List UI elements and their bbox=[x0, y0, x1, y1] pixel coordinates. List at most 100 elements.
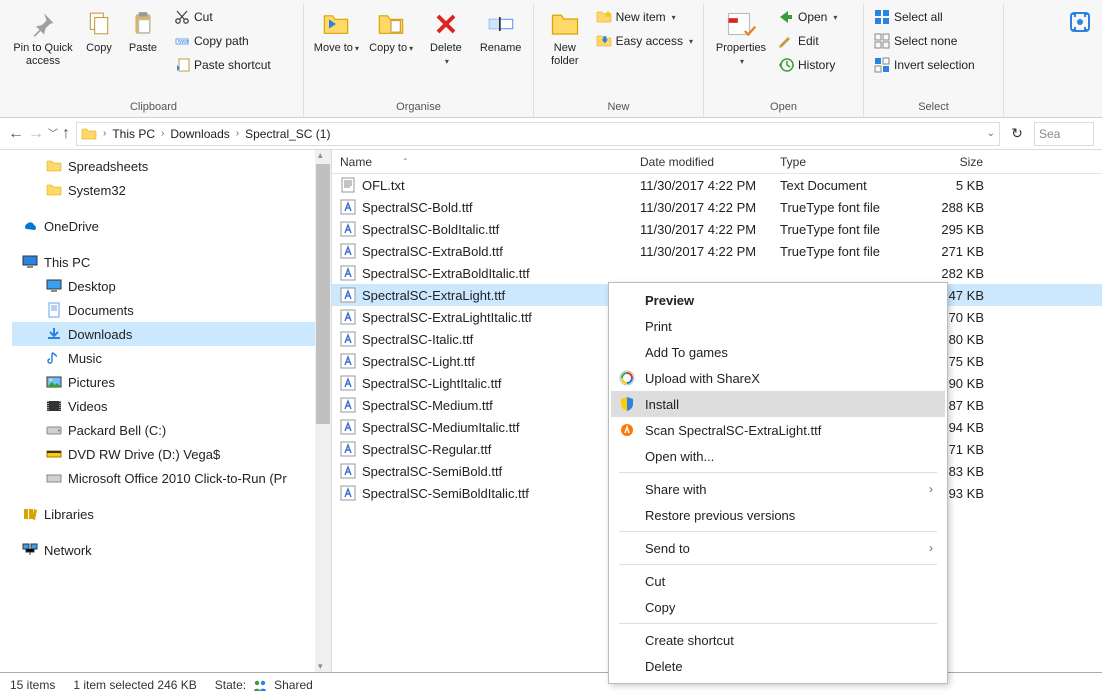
cm-upload-sharex[interactable]: Upload with ShareX bbox=[611, 365, 945, 391]
tree-item[interactable]: DVD RW Drive (D:) Vega$ bbox=[12, 442, 331, 466]
cm-send-to[interactable]: Send to› bbox=[611, 535, 945, 561]
cm-restore[interactable]: Restore previous versions bbox=[611, 502, 945, 528]
tree-item-icon bbox=[46, 470, 62, 486]
file-icon bbox=[340, 485, 356, 501]
cm-print[interactable]: Print bbox=[611, 313, 945, 339]
tree-item[interactable]: Network bbox=[12, 538, 331, 562]
new-folder-button[interactable]: New folder bbox=[540, 6, 590, 70]
tree-item[interactable]: Desktop bbox=[12, 274, 331, 298]
cm-create-shortcut[interactable]: Create shortcut bbox=[611, 627, 945, 653]
file-date: 11/30/2017 4:22 PM bbox=[632, 200, 772, 215]
delete-button[interactable]: Delete▾ bbox=[420, 6, 473, 70]
move-to-button[interactable]: Move to▾ bbox=[310, 6, 363, 57]
tree-item-label: Spreadsheets bbox=[68, 159, 148, 174]
scrollbar-thumb[interactable] bbox=[316, 164, 330, 424]
history-button[interactable]: History bbox=[774, 54, 841, 76]
tree-item[interactable]: This PC bbox=[12, 250, 331, 274]
select-none-button[interactable]: Select none bbox=[870, 30, 979, 52]
file-name: SpectralSC-MediumItalic.ttf bbox=[362, 420, 520, 435]
tree-item[interactable]: Pictures bbox=[12, 370, 331, 394]
file-name: SpectralSC-Bold.ttf bbox=[362, 200, 473, 215]
group-open-label: Open bbox=[710, 101, 857, 115]
cm-add-to-games[interactable]: Add To games bbox=[611, 339, 945, 365]
group-clipboard-label: Clipboard bbox=[10, 101, 297, 115]
file-name: SpectralSC-LightItalic.ttf bbox=[362, 376, 501, 391]
column-size[interactable]: Size bbox=[902, 150, 992, 173]
file-size: 5 KB bbox=[902, 178, 992, 193]
tree-item[interactable]: System32 bbox=[12, 178, 331, 202]
invert-selection-button[interactable]: Invert selection bbox=[870, 54, 979, 76]
cm-share-with[interactable]: Share with› bbox=[611, 476, 945, 502]
tree-item[interactable]: Videos bbox=[12, 394, 331, 418]
cut-button[interactable]: Cut bbox=[170, 6, 275, 28]
up-button[interactable]: ↑ bbox=[62, 125, 70, 143]
breadcrumb-segment[interactable]: This PC bbox=[112, 127, 155, 141]
select-none-icon bbox=[874, 33, 890, 49]
tree-item-label: System32 bbox=[68, 183, 126, 198]
paste-button[interactable]: Paste bbox=[122, 6, 164, 57]
tree-item-icon bbox=[46, 278, 62, 294]
file-row[interactable]: OFL.txt11/30/2017 4:22 PMText Document5 … bbox=[332, 174, 1102, 196]
tree-item[interactable]: Microsoft Office 2010 Click-to-Run (Pr bbox=[12, 466, 331, 490]
tree-item[interactable]: Music bbox=[12, 346, 331, 370]
cm-scan[interactable]: Scan SpectralSC-ExtraLight.ttf bbox=[611, 417, 945, 443]
recent-dropdown[interactable]: ﹀ bbox=[48, 125, 58, 143]
cm-preview[interactable]: Preview bbox=[611, 287, 945, 313]
copy-to-button[interactable]: Copy to▾ bbox=[365, 6, 418, 57]
tree-item[interactable]: Downloads bbox=[12, 322, 331, 346]
back-button[interactable]: ← bbox=[8, 125, 24, 143]
copy-button[interactable]: Copy bbox=[78, 6, 120, 57]
status-selection: 1 item selected 246 KB bbox=[73, 678, 196, 692]
forward-button[interactable]: → bbox=[28, 125, 44, 143]
tree-item-icon bbox=[46, 182, 62, 198]
tree-item[interactable]: OneDrive bbox=[12, 214, 331, 238]
move-to-icon bbox=[320, 8, 352, 40]
file-row[interactable]: SpectralSC-ExtraBold.ttf11/30/2017 4:22 … bbox=[332, 240, 1102, 262]
file-size: 282 KB bbox=[902, 266, 992, 281]
file-row[interactable]: SpectralSC-BoldItalic.ttf11/30/2017 4:22… bbox=[332, 218, 1102, 240]
properties-button[interactable]: Properties▾ bbox=[710, 6, 772, 70]
tree-item-icon bbox=[46, 302, 62, 318]
edit-button[interactable]: Edit bbox=[774, 30, 841, 52]
file-name: SpectralSC-Regular.ttf bbox=[362, 442, 491, 457]
delete-icon bbox=[430, 8, 462, 40]
tree-item-label: Microsoft Office 2010 Click-to-Run (Pr bbox=[68, 471, 287, 486]
address-bar[interactable]: › This PC› Downloads› Spectral_SC (1) ⌄ bbox=[76, 122, 1000, 146]
select-all-button[interactable]: Select all bbox=[870, 6, 979, 28]
easy-access-button[interactable]: Easy access▾ bbox=[592, 30, 697, 52]
address-dropdown[interactable]: ⌄ bbox=[987, 128, 995, 139]
column-name[interactable]: Name⌃ bbox=[332, 150, 632, 173]
search-input[interactable]: Sea bbox=[1034, 122, 1094, 146]
file-row[interactable]: SpectralSC-ExtraBoldItalic.ttf282 KB bbox=[332, 262, 1102, 284]
tree-item[interactable]: Spreadsheets bbox=[12, 154, 331, 178]
rename-button[interactable]: Rename bbox=[474, 6, 527, 57]
tree-item[interactable]: Packard Bell (C:) bbox=[12, 418, 331, 442]
file-name: OFL.txt bbox=[362, 178, 405, 193]
file-icon bbox=[340, 309, 356, 325]
copy-path-button[interactable]: Copy path bbox=[170, 30, 275, 52]
refresh-button[interactable]: ↻ bbox=[1006, 125, 1028, 142]
file-icon bbox=[340, 243, 356, 259]
breadcrumb-segment[interactable]: Spectral_SC (1) bbox=[245, 127, 330, 141]
cm-copy[interactable]: Copy bbox=[611, 594, 945, 620]
cm-cut[interactable]: Cut bbox=[611, 568, 945, 594]
file-icon bbox=[340, 331, 356, 347]
file-icon bbox=[340, 221, 356, 237]
cm-open-with[interactable]: Open with... bbox=[611, 443, 945, 469]
pin-to-quick-access-button[interactable]: Pin to Quick access bbox=[10, 6, 76, 70]
file-icon bbox=[340, 199, 356, 215]
file-icon bbox=[340, 397, 356, 413]
cm-delete[interactable]: Delete bbox=[611, 653, 945, 679]
tree-scrollbar[interactable]: ▴ ▾ bbox=[315, 150, 331, 672]
tree-item[interactable]: Documents bbox=[12, 298, 331, 322]
cm-install[interactable]: Install bbox=[611, 391, 945, 417]
expand-ribbon-icon[interactable] bbox=[1068, 10, 1092, 34]
file-row[interactable]: SpectralSC-Bold.ttf11/30/2017 4:22 PMTru… bbox=[332, 196, 1102, 218]
tree-item[interactable]: Libraries bbox=[12, 502, 331, 526]
paste-shortcut-button[interactable]: Paste shortcut bbox=[170, 54, 275, 76]
breadcrumb-segment[interactable]: Downloads bbox=[170, 127, 229, 141]
column-date[interactable]: Date modified bbox=[632, 150, 772, 173]
open-button[interactable]: Open▾ bbox=[774, 6, 841, 28]
column-type[interactable]: Type bbox=[772, 150, 902, 173]
new-item-button[interactable]: New item▾ bbox=[592, 6, 697, 28]
